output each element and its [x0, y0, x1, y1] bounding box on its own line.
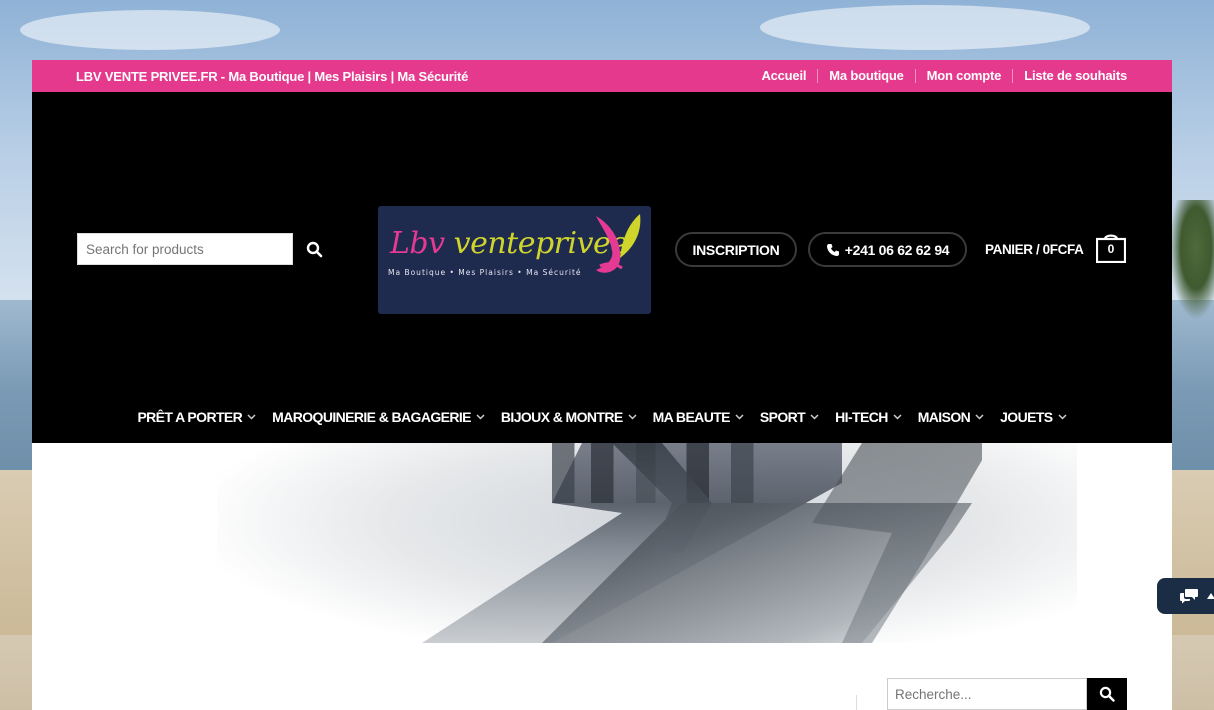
- product-search-input[interactable]: [77, 233, 293, 265]
- nav-item-jouets[interactable]: JOUETS: [992, 409, 1074, 425]
- main-nav: PRÊT A PORTER MAROQUINERIE & BAGAGERIE B…: [32, 404, 1172, 430]
- chevron-up-icon: [1207, 593, 1214, 599]
- cart-label[interactable]: PANIER / 0FCFA: [985, 242, 1084, 257]
- nav-item-bijoux-montre[interactable]: BIJOUX & MONTRE: [493, 409, 645, 425]
- nav-item-maroquinerie[interactable]: MAROQUINERIE & BAGAGERIE: [264, 409, 493, 425]
- nav-item-pret-a-porter[interactable]: PRÊT A PORTER: [129, 409, 264, 425]
- background-tree: [1169, 200, 1214, 320]
- background-cloud: [760, 5, 1090, 50]
- site-logo[interactable]: Lbv venteprivee Ma Boutique • Mes Plaisi…: [378, 206, 651, 314]
- search-icon: [306, 241, 322, 257]
- nav-item-maison[interactable]: MAISON: [910, 409, 992, 425]
- nav-item-sport[interactable]: SPORT: [752, 409, 827, 425]
- background-cloud: [20, 10, 280, 50]
- nav-item-hi-tech[interactable]: HI-TECH: [827, 409, 910, 425]
- sidebar-search-button[interactable]: [1087, 678, 1127, 710]
- top-link-liste-de-souhaits[interactable]: Liste de souhaits: [1012, 69, 1127, 83]
- chevron-down-icon: [628, 414, 637, 420]
- logo-tagline: Ma Boutique • Mes Plaisirs • Ma Sécurité: [388, 268, 582, 277]
- top-nav: Accueil Ma boutique Mon compte Liste de …: [750, 69, 1127, 83]
- page-container: LBV VENTE PRIVEE.FR - Ma Boutique | Mes …: [32, 60, 1172, 710]
- chevron-down-icon: [1058, 414, 1067, 420]
- chevron-down-icon: [893, 414, 902, 420]
- top-bar: LBV VENTE PRIVEE.FR - Ma Boutique | Mes …: [32, 60, 1172, 92]
- butterfly-icon: [596, 214, 641, 273]
- chevron-down-icon: [476, 414, 485, 420]
- cart-count: 0: [1107, 242, 1115, 256]
- cart-button[interactable]: 0: [1095, 233, 1127, 264]
- hero-banner: [32, 443, 1172, 643]
- phone-button[interactable]: +241 06 62 62 94: [808, 232, 967, 267]
- chevron-down-icon: [735, 414, 744, 420]
- chevron-down-icon: [975, 414, 984, 420]
- search-button[interactable]: [302, 237, 326, 261]
- nav-item-ma-beaute[interactable]: MA BEAUTE: [645, 409, 752, 425]
- chevron-down-icon: [247, 414, 256, 420]
- top-link-mon-compte[interactable]: Mon compte: [914, 69, 1013, 83]
- site-header: Lbv venteprivee Ma Boutique • Mes Plaisi…: [32, 92, 1172, 443]
- chevron-down-icon: [810, 414, 819, 420]
- search-icon: [1099, 686, 1115, 702]
- sidebar-divider: [856, 695, 857, 710]
- inscription-button[interactable]: INSCRIPTION: [675, 232, 797, 267]
- chat-widget-button[interactable]: [1157, 578, 1214, 614]
- phone-icon: [826, 243, 839, 256]
- sidebar-search-input[interactable]: [887, 678, 1087, 710]
- site-tagline: LBV VENTE PRIVEE.FR - Ma Boutique | Mes …: [76, 68, 469, 84]
- top-link-accueil[interactable]: Accueil: [750, 69, 817, 83]
- top-link-ma-boutique[interactable]: Ma boutique: [817, 69, 914, 83]
- chat-icon: [1180, 589, 1198, 604]
